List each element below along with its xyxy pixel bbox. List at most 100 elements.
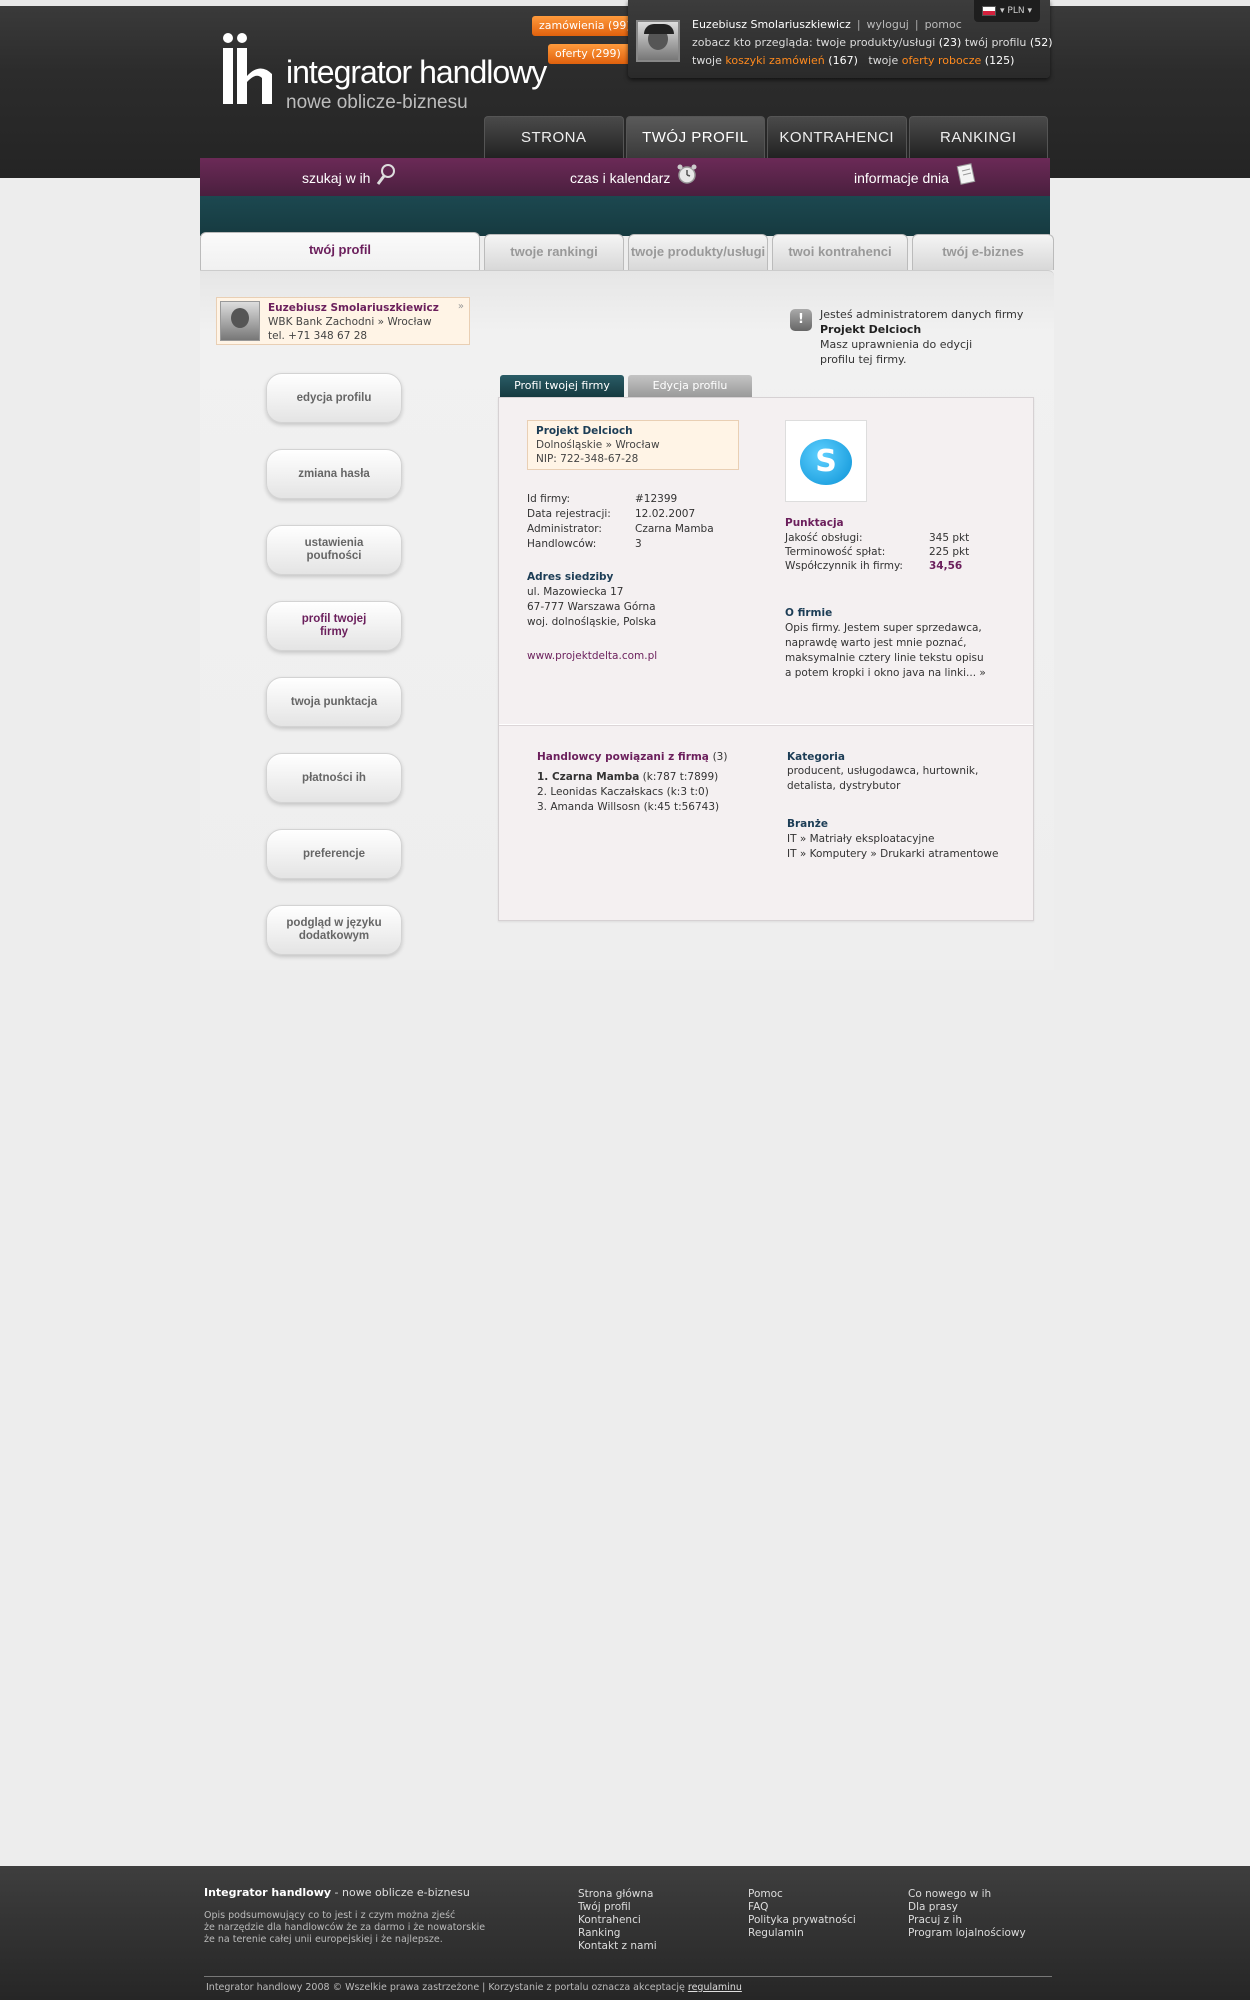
nav-home[interactable]: STRONA GŁÓWNA <box>484 116 624 188</box>
carts-link[interactable]: koszyki zamówień <box>725 54 824 67</box>
about-more-link[interactable]: a potem kropki i okno java na linki... » <box>785 666 986 681</box>
trader-stats: (k:787 t:7899) <box>642 771 719 783</box>
tab-company-profile[interactable]: Profil twojej firmy <box>500 375 624 397</box>
logout-link[interactable]: wyloguj <box>867 18 909 31</box>
user-line-3: twoje koszyki zamówień (167) twoje ofert… <box>692 52 1053 70</box>
header-wrap: integrator handlowy nowe oblicze-biznesu… <box>200 0 1053 236</box>
nav-rankings[interactable]: RANKINGI <box>908 116 1048 158</box>
footer-link[interactable]: Strona główna <box>578 1888 657 1901</box>
score-key: Jakość obsługi: <box>785 532 863 544</box>
about-line: naprawdę warto jest mnie poznać, <box>785 637 967 649</box>
tab-edit-profile[interactable]: Edycja profilu <box>628 375 752 397</box>
footer-brand-tail: - nowe oblicze e-biznesu <box>331 1886 470 1899</box>
mini-card-text: Euzebiusz Smolariuszkiewicz WBK Bank Zac… <box>268 301 439 343</box>
footer-link[interactable]: Twój profil <box>578 1901 657 1914</box>
footer-link[interactable]: FAQ <box>748 1901 856 1914</box>
score-row: Jakość obsługi: 345 pkt <box>785 531 969 545</box>
viewed-profile-link[interactable]: twój profilu <box>965 36 1027 49</box>
divider <box>499 724 1033 726</box>
time-calendar-link[interactable]: czas i kalendarz <box>570 158 698 196</box>
detail-key: Administrator: <box>527 523 602 535</box>
logo-title: integrator handlowy <box>286 54 547 90</box>
edit-profile-button[interactable]: edycja profilu <box>266 373 402 423</box>
detail-value: 3 <box>635 538 642 550</box>
footer-col-3: Co nowego w ih Dla prasy Pracuj z ih Pro… <box>908 1888 1026 1940</box>
traders-title-text: Handlowcy powiązani z firmą <box>537 751 709 763</box>
button-label: płatności ih <box>302 771 366 784</box>
currency-label: PLN <box>1007 6 1025 16</box>
daily-news-link[interactable]: informacje dnia <box>854 158 977 196</box>
tab-your-profile[interactable]: twój profil <box>200 232 480 272</box>
avatar <box>220 301 260 341</box>
button-label-2: poufności <box>306 550 362 562</box>
draft-offers-link[interactable]: oferty robocze <box>902 54 982 67</box>
user-panel: Euzebiusz Smolariuszkiewicz | wyloguj | pomo… <box>628 0 1053 78</box>
company-profile-box: Projekt Delcioch Dolnośląskie » Wrocław … <box>498 397 1034 921</box>
nav-your-profile[interactable]: TWÓJ PROFIL <box>625 116 765 158</box>
help-link[interactable]: pomoc <box>925 18 962 31</box>
mini-card-name: Euzebiusz Smolariuszkiewicz <box>268 302 439 314</box>
orders-button[interactable]: zamówienia (99) <box>532 16 638 36</box>
header: integrator handlowy nowe oblicze-biznesu… <box>0 0 1250 236</box>
score-value: 34,56 <box>929 560 963 572</box>
industry-line: IT » Komputery » Drukarki atramentowe <box>787 848 999 860</box>
trader-link[interactable]: 2. Leonidas Kaczałskacs (k:3 t:0) <box>537 785 709 800</box>
search-ih-link[interactable]: szukaj w ih <box>302 158 396 196</box>
user-name-link[interactable]: Euzebiusz Smolariuszkiewicz <box>692 18 851 31</box>
avatar[interactable] <box>636 20 680 62</box>
footer-link[interactable]: Regulamin <box>748 1927 856 1940</box>
arrow-right-icon[interactable]: » <box>458 301 464 312</box>
ih-payments-button[interactable]: płatności ih <box>266 753 402 803</box>
company-name: Projekt Delcioch <box>536 425 633 437</box>
footer-link[interactable]: Kontrahenci <box>578 1914 657 1927</box>
footer-link[interactable]: Ranking <box>578 1927 657 1940</box>
calendar-label: czas i kalendarz <box>570 170 671 186</box>
footer-link[interactable]: Program lojalnościowy <box>908 1927 1026 1940</box>
user-mini-card[interactable]: Euzebiusz Smolariuszkiewicz WBK Bank Zac… <box>216 297 470 345</box>
your-score-button[interactable]: twoja punktacja <box>266 677 402 727</box>
terms-link-text: regulaminu <box>687 1982 742 1993</box>
preferences-button[interactable]: preferencje <box>266 829 402 879</box>
footer-col-2: Pomoc FAQ Polityka prywatności Regulamin <box>748 1888 856 1940</box>
address-line: 67-777 Warszawa Górna <box>527 601 656 613</box>
company-website-link[interactable]: www.projektdelta.com.pl <box>527 649 657 664</box>
skype-box[interactable]: S <box>785 420 867 502</box>
trader-link[interactable]: 1. Czarna Mamba (k:787 t:7899) <box>537 770 718 785</box>
viewed-products-link[interactable]: zobacz kto przegląda: twoje produkty/usł… <box>692 36 935 49</box>
trader-link[interactable]: 3. Amanda Willsosn (k:45 t:56743) <box>537 800 719 815</box>
tab-your-rankings[interactable]: twoje rankingi <box>484 234 624 270</box>
footer-link[interactable]: Pomoc <box>748 1888 856 1901</box>
company-profile-button[interactable]: profil twojej firmy <box>266 601 402 651</box>
site-logo[interactable]: integrator handlowy nowe oblicze-biznesu <box>220 32 547 122</box>
traders-title: Handlowcy powiązani z firmą (3) <box>537 750 727 765</box>
tab-your-products[interactable]: twoje produkty/usługi <box>628 234 768 270</box>
footer-link[interactable]: Pracuj z ih <box>908 1914 1026 1927</box>
footer-link[interactable]: Kontakt z nami <box>578 1940 657 1953</box>
industry-line: IT » Matriały eksploatacyjne <box>787 833 935 845</box>
avatar-cap <box>644 24 674 34</box>
sub-bar: szukaj w ih czas i kalendarz informacje … <box>200 158 1050 196</box>
footer-link[interactable]: Polityka prywatności <box>748 1914 856 1927</box>
footer-copyright: Integrator handlowy 2008 © Wszelkie praw… <box>206 1982 742 1993</box>
currency-selector[interactable]: ▾ PLN ▾ <box>974 0 1040 22</box>
footer-link[interactable]: Co nowego w ih <box>908 1888 1026 1901</box>
nav-contractors[interactable]: KONTRAHENCI <box>767 116 907 158</box>
admin-line-1: Jesteś administratorem danych firmy <box>820 308 1024 321</box>
tab-your-ebusiness[interactable]: twój e-biznes <box>912 234 1054 270</box>
change-password-button[interactable]: zmiana hasła <box>266 449 402 499</box>
score-key: Współczynnik ih firmy: <box>785 560 903 572</box>
content-area: twój profil twoje rankingi twoje produkt… <box>200 232 1054 970</box>
footer-link[interactable]: Dla prasy <box>908 1901 1026 1914</box>
draft-offers-count: (125) <box>984 54 1015 67</box>
poland-flag-icon <box>982 5 996 16</box>
additional-language-preview-button[interactable]: podgląd w języku dodatkowym <box>266 905 402 955</box>
tab-your-contractors[interactable]: twoi kontrahenci <box>772 234 908 270</box>
offers-button[interactable]: oferty (299) <box>548 44 628 64</box>
carts-prefix: twoje <box>692 54 722 67</box>
traders-count: (3) <box>712 751 728 763</box>
terms-link[interactable]: regulaminu <box>688 1982 742 1993</box>
detail-row: Handlowców: 3 <box>527 537 642 552</box>
admin-company: Projekt Delcioch <box>820 323 922 336</box>
detail-row: Id firmy: #12399 <box>527 492 677 507</box>
privacy-settings-button[interactable]: ustawienia poufności <box>266 525 402 575</box>
